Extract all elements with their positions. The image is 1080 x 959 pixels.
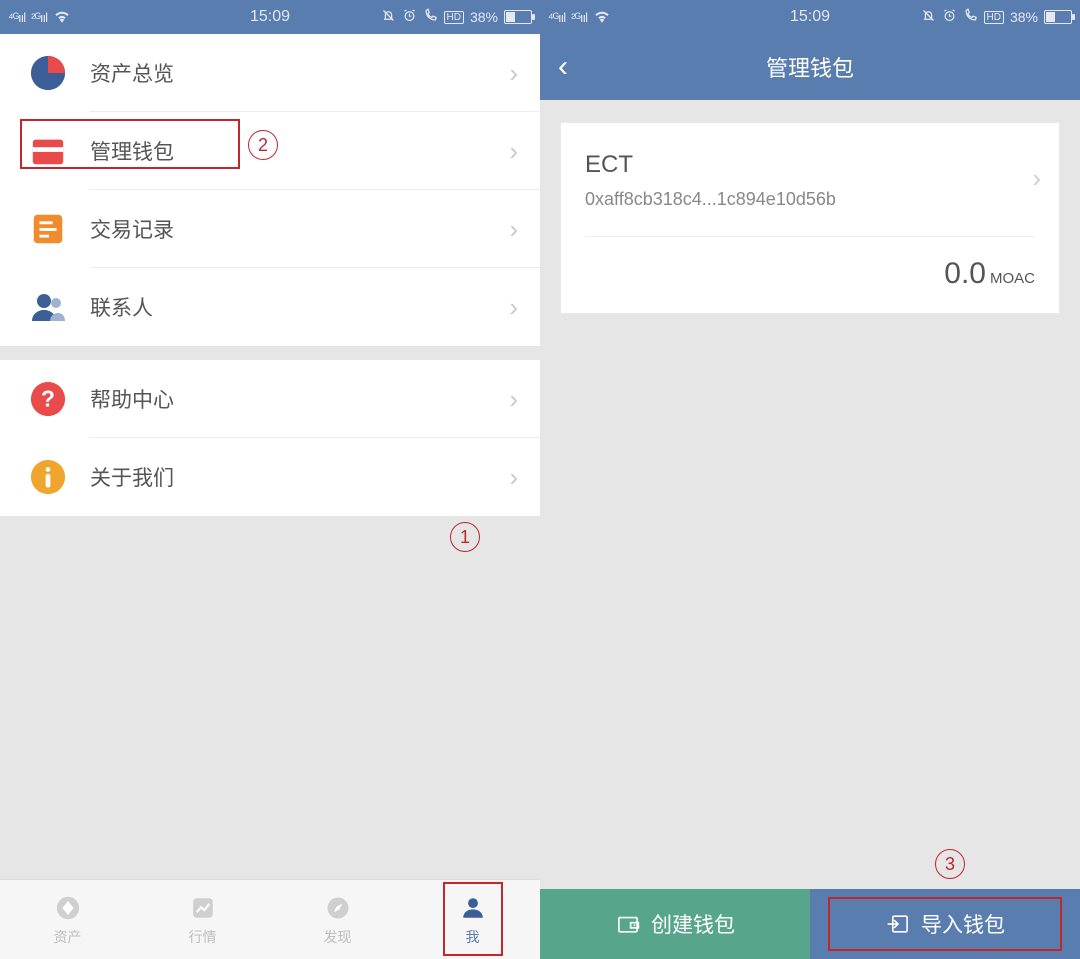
tab-label: 我 (466, 927, 480, 947)
bell-off-icon (921, 8, 936, 26)
menu-item-contacts[interactable]: 联系人 › (0, 268, 540, 346)
create-wallet-button[interactable]: 创建钱包 (540, 889, 810, 959)
wallet-name: ECT (585, 151, 1035, 179)
diamond-icon (53, 893, 83, 923)
bell-off-icon (381, 8, 396, 26)
tab-bar: 资产 行情 发现 我 (0, 879, 540, 959)
chevron-right-icon: › (509, 58, 518, 89)
menu-label: 帮助中心 (90, 384, 509, 414)
contacts-icon (28, 287, 68, 327)
battery-pct: 38% (470, 9, 498, 25)
chevron-right-icon: › (509, 462, 518, 493)
wallet-card[interactable]: ECT 0xaff8cb318c4...1c894e10d56b › 0.0MO… (560, 122, 1060, 314)
tab-discover[interactable]: 发现 (270, 880, 405, 959)
import-wallet-button[interactable]: 导入钱包 (810, 889, 1080, 959)
menu-item-about[interactable]: 关于我们 › (0, 438, 540, 516)
battery-icon (504, 10, 532, 24)
tab-market[interactable]: 行情 (135, 880, 270, 959)
balance-unit: MOAC (990, 270, 1035, 287)
clock-text: 15:09 (790, 8, 830, 26)
signal-2g-icon: ²ᴳııl (571, 10, 587, 25)
help-icon: ? (28, 379, 68, 419)
battery-icon (1044, 10, 1072, 24)
app-header: ‹ 管理钱包 (540, 34, 1080, 100)
pie-chart-icon (28, 53, 68, 93)
status-bar: ⁴ᴳııl ²ᴳııl 15:09 HD 38% (0, 0, 540, 34)
person-icon (458, 893, 488, 923)
menu-section-1: 资产总览 › 管理钱包 2 › 交易记录 › 联系人 (0, 34, 540, 346)
alarm-icon (942, 8, 957, 26)
wifi-icon (53, 9, 71, 26)
annotation-circle-3: 3 (935, 849, 965, 879)
svg-text:?: ? (41, 386, 55, 412)
button-label: 创建钱包 (651, 909, 735, 939)
chevron-right-icon: › (1032, 163, 1041, 194)
back-button[interactable]: ‹ (558, 50, 568, 84)
tab-me[interactable]: 我 (405, 880, 540, 959)
signal-2g-icon: ²ᴳııl (31, 10, 47, 25)
menu-label: 联系人 (90, 292, 509, 322)
screen-right: ⁴ᴳııl ²ᴳııl 15:09 HD 38% ‹ 管理钱包 (540, 0, 1080, 959)
compass-icon (323, 893, 353, 923)
tab-label: 资产 (54, 927, 82, 947)
wallet-balance: 0.0MOAC (585, 236, 1035, 291)
hd-icon: HD (444, 11, 464, 24)
tab-label: 发现 (324, 927, 352, 947)
annotation-circle-2: 2 (248, 130, 278, 160)
list-icon (28, 209, 68, 249)
chevron-right-icon: › (509, 136, 518, 167)
menu-section-2: ? 帮助中心 › 关于我们 › (0, 360, 540, 516)
wallet-plus-icon (615, 911, 641, 937)
chevron-right-icon: › (509, 384, 518, 415)
menu-item-tx-history[interactable]: 交易记录 › (0, 190, 540, 268)
wallet-address: 0xaff8cb318c4...1c894e10d56b (585, 189, 1035, 210)
annotation-circle-1: 1 (450, 522, 480, 552)
action-row: 创建钱包 导入钱包 (540, 889, 1080, 959)
tab-assets[interactable]: 资产 (0, 880, 135, 959)
chevron-right-icon: › (509, 292, 518, 323)
screen-left: ⁴ᴳııl ²ᴳııl 15:09 HD 38% (0, 0, 540, 959)
hd-icon: HD (984, 11, 1004, 24)
menu-item-help[interactable]: ? 帮助中心 › (0, 360, 540, 438)
menu-item-manage-wallet[interactable]: 管理钱包 2 › (0, 112, 540, 190)
button-label: 导入钱包 (921, 909, 1005, 939)
menu-item-assets-overview[interactable]: 资产总览 › (0, 34, 540, 112)
menu-label: 管理钱包 (90, 136, 509, 166)
wifi-icon (593, 9, 611, 26)
status-bar: ⁴ᴳııl ²ᴳııl 15:09 HD 38% (540, 0, 1080, 34)
info-icon (28, 457, 68, 497)
menu-label: 交易记录 (90, 214, 509, 244)
menu-label: 关于我们 (90, 462, 509, 492)
call-icon (423, 8, 438, 26)
battery-pct: 38% (1010, 9, 1038, 25)
header-title: 管理钱包 (766, 51, 854, 83)
signal-4g-icon: ⁴ᴳııl (548, 10, 565, 25)
chevron-right-icon: › (509, 214, 518, 245)
tab-label: 行情 (189, 927, 217, 947)
call-icon (963, 8, 978, 26)
import-icon (885, 911, 911, 937)
menu-label: 资产总览 (90, 58, 509, 88)
wallet-icon (28, 131, 68, 171)
alarm-icon (402, 8, 417, 26)
signal-4g-icon: ⁴ᴳııl (8, 10, 25, 25)
balance-amount: 0.0 (944, 257, 986, 290)
chart-line-icon (188, 893, 218, 923)
clock-text: 15:09 (250, 8, 290, 26)
